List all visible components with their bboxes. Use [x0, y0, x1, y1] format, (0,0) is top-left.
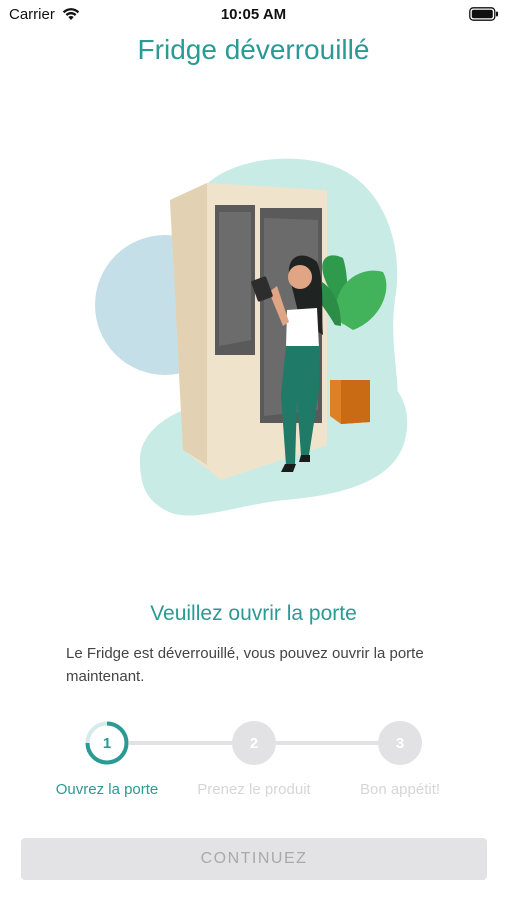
step-1-number: 1 — [102, 734, 112, 752]
step-connector — [129, 741, 233, 745]
battery-icon — [469, 7, 498, 21]
status-time: 10:05 AM — [220, 6, 287, 23]
status-bar: Carrier 10:05 AM — [0, 0, 507, 30]
instruction-title: Veuillez ouvrir la porte — [150, 602, 357, 625]
step-3-number: 3 — [395, 734, 405, 752]
instruction-text: Le Fridge est déverrouillé, vous pouvez … — [66, 645, 424, 685]
step-2-indicator: 2 — [232, 721, 276, 765]
step-1-label: Ouvrez la porte — [55, 781, 159, 798]
step-3-label: Bon appétit! — [359, 781, 441, 798]
page-title: Fridge déverrouillé — [137, 34, 370, 65]
progress-stepper: 1 2 3 Ouvrez la porte Prenez le produit … — [0, 712, 507, 802]
step-3-indicator: 3 — [378, 721, 422, 765]
step-2-number: 2 — [249, 734, 259, 752]
fridge-illustration — [95, 158, 408, 516]
continue-button[interactable]: CONTINUEZ — [21, 838, 487, 880]
step-1-indicator: 1 — [85, 721, 129, 765]
step-connector — [275, 741, 379, 745]
step-2-label: Prenez le produit — [197, 781, 311, 798]
